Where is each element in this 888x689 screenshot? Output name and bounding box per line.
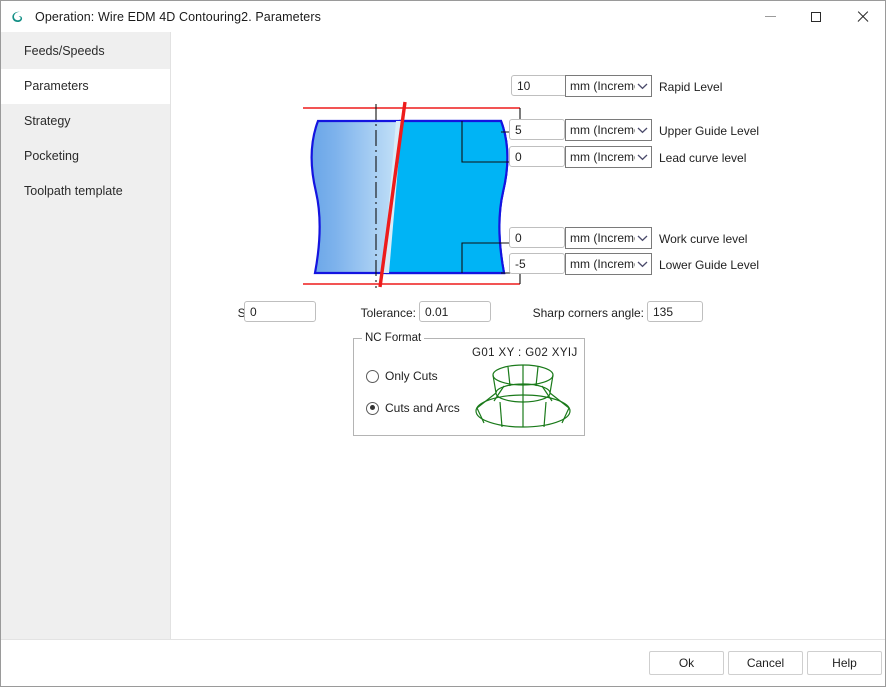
lead-curve-level-unit-combo[interactable]: mm (Increme [565,146,652,168]
upper-guide-level-unit-combo[interactable]: mm (Increme [565,119,652,141]
lower-guide-level-unit-text: mm (Increme [570,257,635,271]
lower-guide-level-unit-combo[interactable]: mm (Increme [565,253,652,275]
parameters-panel: mm (Increme Rapid Level mm (Increme Uppe… [171,32,885,639]
nc-format-group: NC Format Only Cuts Cuts and Arcs G01 XY… [353,332,585,436]
upper-guide-level-label: Upper Guide Level [659,124,760,138]
window-controls [747,1,885,32]
ok-button[interactable]: Ok [649,651,724,675]
upper-guide-level-unit-text: mm (Increme [570,123,635,137]
chevron-down-icon [635,146,651,168]
chevron-down-icon [635,227,651,249]
dialog-body: Feeds/Speeds Parameters Strategy Pocketi… [1,32,885,639]
sidebar-item-toolpath-template[interactable]: Toolpath template [1,174,170,209]
nc-format-option-only-cuts[interactable]: Only Cuts [366,369,438,383]
minimize-button[interactable] [747,1,793,32]
lead-curve-level-input[interactable] [509,146,565,167]
close-icon [856,11,868,23]
dialog-window: Operation: Wire EDM 4D Contouring2. Para… [0,0,886,687]
work-curve-level-label: Work curve level [659,232,748,246]
work-curve-level-unit-combo[interactable]: mm (Increme [565,227,652,249]
upper-guide-level-input[interactable] [509,119,565,140]
maximize-button[interactable] [793,1,839,32]
nc-format-group-title: NC Format [362,332,425,344]
radio-cuts-and-arcs-icon [366,401,379,415]
chevron-down-icon [635,75,651,97]
title-bar: Operation: Wire EDM 4D Contouring2. Para… [1,1,885,32]
rapid-level-input[interactable] [511,75,567,96]
close-button[interactable] [839,1,885,32]
work-curve-level-input[interactable] [509,227,565,248]
lead-curve-level-unit-text: mm (Increme [570,150,635,164]
sidebar-item-pocketing[interactable]: Pocketing [1,139,170,174]
sharp-corners-angle-label: Sharp corners angle: [532,306,644,320]
maximize-icon [811,11,821,22]
tolerance-label: Tolerance: [360,306,416,320]
window-title: Operation: Wire EDM 4D Contouring2. Para… [35,9,321,24]
tolerance-input[interactable] [419,301,491,322]
stock-input[interactable] [244,301,316,322]
sidebar-item-strategy[interactable]: Strategy [1,104,170,139]
app-logo-icon [9,8,27,26]
sidebar-item-feeds-speeds[interactable]: Feeds/Speeds [1,34,170,69]
rapid-level-unit-combo[interactable]: mm (Increme [565,75,652,97]
help-button[interactable]: Help [807,651,882,675]
nc-format-option-only-cuts-label: Only Cuts [385,369,438,383]
sharp-corners-angle-input[interactable] [647,301,703,322]
rapid-level-label: Rapid Level [659,80,723,94]
leader-lower-guide [501,272,521,284]
cancel-button[interactable]: Cancel [728,651,803,675]
nc-format-code-label: G01 XY : G02 XYIJ [472,347,578,359]
minimize-icon [764,16,776,17]
nc-format-option-cuts-and-arcs[interactable]: Cuts and Arcs [366,401,460,415]
chevron-down-icon [635,119,651,141]
cone-wireframe-illustration [475,364,571,428]
rapid-level-unit-text: mm (Increme [570,79,635,93]
sidebar-nav: Feeds/Speeds Parameters Strategy Pocketi… [1,32,171,639]
work-curve-level-unit-text: mm (Increme [570,231,635,245]
nc-format-option-cuts-and-arcs-label: Cuts and Arcs [385,401,460,415]
chevron-down-icon [635,253,651,275]
radio-only-cuts-icon [366,369,379,383]
dialog-footer: Ok Cancel Help [1,639,885,686]
cut-region-shape [385,119,509,275]
lower-guide-level-label: Lower Guide Level [659,258,760,272]
sidebar-item-parameters[interactable]: Parameters [1,69,170,104]
lead-curve-level-label: Lead curve level [659,151,747,165]
lower-guide-level-input[interactable] [509,253,565,274]
